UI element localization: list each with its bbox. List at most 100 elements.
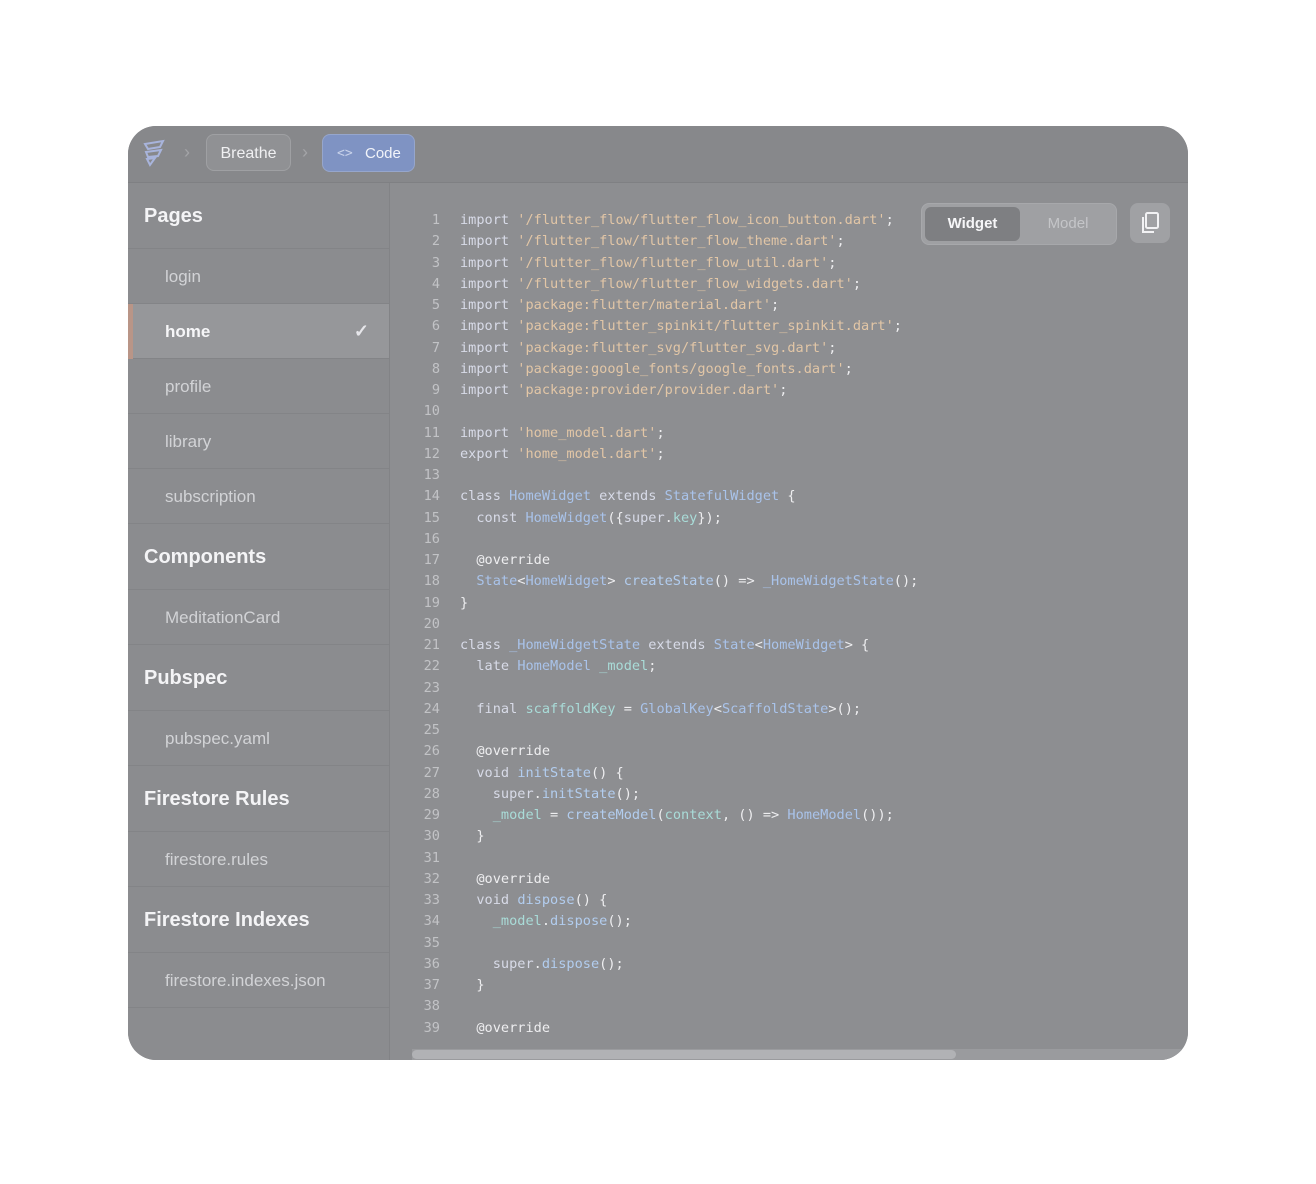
sidebar-item-meditationcard[interactable]: MeditationCard (128, 590, 389, 645)
code-brackets-icon: <> (337, 146, 353, 161)
flutterflow-logo-icon[interactable] (141, 138, 171, 168)
breadcrumb-project[interactable]: Breathe (206, 134, 291, 171)
code-text: void initState() { (476, 764, 624, 781)
code-line: 11 import 'home_model.dart'; (410, 423, 918, 444)
code-line: 26 @override (410, 741, 918, 762)
code-text: import '/flutter_flow/flutter_flow_theme… (460, 233, 845, 250)
sidebar-item-library[interactable]: library (128, 414, 389, 469)
breadcrumb-code[interactable]: <> Code (322, 134, 415, 172)
code-line: 3 import '/flutter_flow/flutter_flow_util… (410, 253, 918, 274)
line-number: 8 (431, 360, 440, 377)
code-text: class _HomeWidgetState extends State<Hom… (460, 637, 870, 653)
active-indicator (128, 304, 133, 359)
line-number: 39 (423, 1019, 440, 1036)
line-number: 35 (423, 934, 440, 951)
code-text: _model.dispose(); (492, 913, 632, 930)
line-number: 26 (423, 743, 440, 760)
line-number: 31 (423, 849, 440, 866)
code-line: 2 import '/flutter_flow/flutter_flow_them… (410, 231, 918, 252)
code-line: 30 } (410, 826, 918, 847)
line-number: 32 (423, 870, 440, 887)
code-line: 1 import '/flutter_flow/flutter_flow_icon… (410, 210, 918, 231)
code-text: @override (460, 552, 551, 568)
line-number: 20 (423, 615, 440, 632)
sidebar-item-login[interactable]: login (128, 249, 389, 304)
code-text: _model = createModel(context, () => Home… (492, 807, 894, 823)
sidebar-item-firestore-indexes[interactable]: firestore.indexes.json (128, 953, 389, 1008)
line-number: 16 (423, 530, 440, 547)
code-text: import 'home_model.dart'; (460, 424, 665, 441)
line-number: 12 (423, 445, 440, 462)
line-number: 18 (423, 573, 440, 590)
code-line: 5 import 'package:flutter/material.dart'; (410, 295, 918, 316)
code-line: 19} (410, 593, 918, 614)
code-line: 18 State<HomeWidget> createState() => _H… (410, 571, 919, 592)
code-line: 20 (410, 614, 918, 635)
code-viewer-window: › Breathe › <> Code Pages login home ✓ p… (128, 126, 1188, 1060)
code-line: 17 @override (410, 550, 918, 571)
code-line: 38 (410, 996, 918, 1017)
widget-model-toggle: Widget Model (921, 203, 1117, 245)
line-number: 15 (423, 509, 440, 526)
toggle-model-button[interactable]: Model (1022, 207, 1114, 241)
code-text: import 'package:flutter_spinkit/flutter_… (460, 318, 902, 335)
code-line: 32 @override (410, 869, 918, 890)
line-number: 36 (423, 955, 440, 972)
line-number: 14 (423, 488, 440, 505)
code-text: super.initState(); (492, 785, 641, 802)
line-number: 34 (423, 913, 440, 930)
line-number: 22 (423, 658, 440, 675)
toggle-widget-button[interactable]: Widget (925, 207, 1020, 241)
code-line: 31 (410, 848, 918, 869)
sidebar-item-subscription[interactable]: subscription (128, 469, 389, 524)
breadcrumb-separator: › (302, 142, 308, 162)
code-line: 6 import 'package:flutter_spinkit/flutter… (410, 316, 918, 337)
line-number: 7 (431, 339, 440, 356)
code-line: 23 (410, 678, 918, 699)
sidebar-item-pubspec[interactable]: pubspec.yaml (128, 711, 389, 766)
line-number: 30 (423, 828, 440, 845)
section-pages: Pages (128, 183, 389, 249)
line-number: 27 (423, 764, 440, 781)
section-pubspec: Pubspec (128, 645, 389, 711)
code-text: void dispose() { (476, 892, 608, 908)
sidebar-item-home[interactable]: home ✓ (128, 304, 389, 359)
code-text: super.dispose(); (492, 955, 624, 972)
code-line: 29 _model = createModel(context, () => H… (410, 805, 918, 826)
scrollbar-thumb[interactable] (412, 1050, 956, 1059)
code-text: late HomeModel _model; (476, 658, 657, 675)
section-firestore-rules: Firestore Rules (128, 766, 389, 832)
sidebar-item-profile[interactable]: profile (128, 359, 389, 414)
top-bar: › Breathe › <> Code (128, 126, 1188, 183)
sidebar-item-label: home (165, 322, 211, 341)
sidebar-item-firestore-rules[interactable]: firestore.rules (128, 832, 389, 887)
code-line: 37 } (410, 975, 918, 996)
code-editor[interactable]: 1 import '/flutter_flow/flutter_flow_icon… (390, 183, 1188, 1060)
copy-icon (1142, 212, 1159, 233)
line-number: 33 (423, 892, 440, 908)
line-number: 24 (423, 700, 440, 717)
code-line: 15 const HomeWidget({super.key}); (410, 508, 918, 529)
code-text: import '/flutter_flow/flutter_flow_widge… (460, 275, 862, 292)
horizontal-scrollbar[interactable] (412, 1049, 1188, 1060)
code-line: 24 final scaffoldKey = GlobalKey<Scaffol… (410, 699, 918, 720)
code-line: 28 super.initState(); (410, 784, 918, 805)
line-number: 6 (431, 318, 440, 335)
copy-button[interactable] (1130, 203, 1170, 243)
code-text: const HomeWidget({super.key}); (476, 509, 722, 526)
section-firestore-indexes: Firestore Indexes (128, 887, 389, 953)
code-text: final scaffoldKey = GlobalKey<ScaffoldSt… (476, 700, 862, 717)
code-line: 22 late HomeModel _model; (410, 656, 918, 677)
code-line: 13 (410, 465, 918, 486)
code-line: 10 (410, 401, 918, 422)
code-line: 7 import 'package:flutter_svg/flutter_svg… (410, 338, 918, 359)
code-line: 12 export 'home_model.dart'; (410, 444, 918, 465)
line-number: 28 (423, 785, 440, 802)
line-number: 3 (431, 254, 440, 271)
code-text: export 'home_model.dart'; (460, 445, 665, 462)
line-number: 1 (431, 212, 440, 228)
code-line: 27 void initState() { (410, 763, 918, 784)
line-number: 11 (423, 424, 440, 441)
code-text: class HomeWidget extends StatefulWidget … (460, 488, 796, 505)
code-text: import 'package:flutter/material.dart'; (460, 297, 780, 313)
